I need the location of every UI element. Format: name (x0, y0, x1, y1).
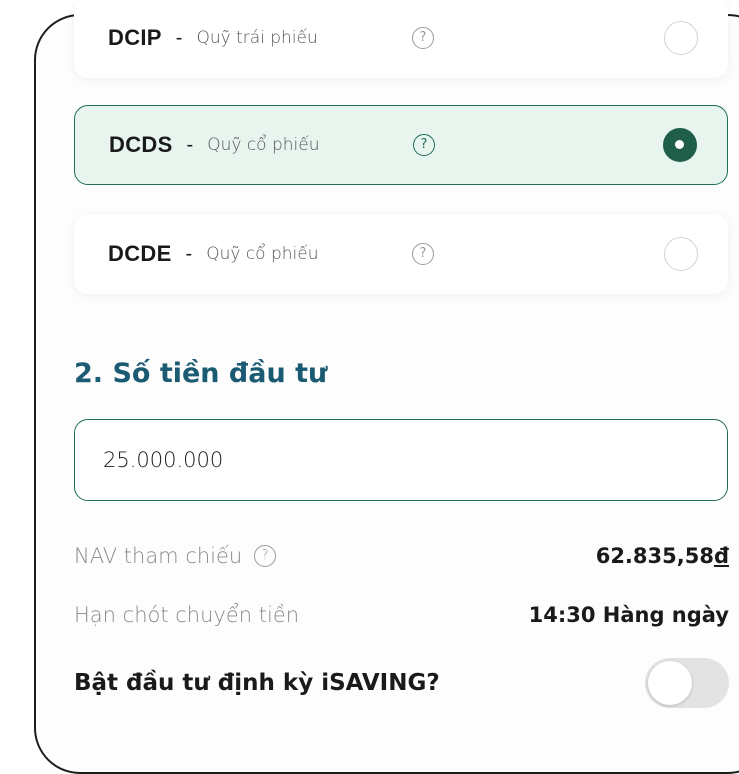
fund-card-dcds[interactable]: DCDS - Quỹ cổ phiếu ? (74, 105, 728, 185)
fund-code: DCDS (109, 132, 173, 157)
isaving-label: Bật đầu tư định kỳ iSAVING? (74, 670, 440, 696)
isaving-row: Bật đầu tư định kỳ iSAVING? (74, 657, 729, 709)
isaving-toggle[interactable] (645, 658, 729, 708)
fund-code: DCIP (108, 25, 162, 50)
deadline-row: Hạn chót chuyển tiền 14:30 Hàng ngày (74, 598, 729, 632)
currency-symbol: đ (713, 544, 729, 568)
nav-label: NAV tham chiếu (74, 544, 243, 568)
nav-value-group: 62.835,58đ (596, 544, 729, 568)
amount-input[interactable] (101, 447, 665, 473)
fund-radio-selected[interactable] (663, 128, 697, 162)
deadline-value: 14:30 Hàng ngày (528, 603, 729, 627)
fund-code: DCDE (108, 241, 172, 266)
fund-name: Quỹ cổ phiếu (207, 135, 320, 155)
nav-value: 62.835,58 (595, 544, 714, 568)
help-icon[interactable]: ? (412, 243, 434, 265)
fund-card-dcip[interactable]: DCIP - Quỹ trái phiếu ? (74, 0, 728, 78)
section-title-investment-amount: 2. Số tiền đầu tư (74, 358, 328, 389)
fund-separator: - (186, 133, 194, 156)
fund-separator: - (185, 242, 193, 265)
deadline-label: Hạn chót chuyển tiền (74, 603, 300, 627)
fund-separator: - (175, 26, 183, 49)
nav-label-group: NAV tham chiếu ? (74, 544, 277, 568)
fund-radio[interactable] (664, 237, 698, 271)
fund-card-dcde[interactable]: DCDE - Quỹ cổ phiếu ? (74, 214, 728, 294)
fund-name: Quỹ cổ phiếu (206, 244, 319, 264)
amount-field[interactable] (74, 419, 728, 501)
help-icon[interactable]: ? (412, 27, 434, 49)
fund-radio[interactable] (664, 21, 698, 55)
help-icon[interactable]: ? (413, 134, 435, 156)
nav-row: NAV tham chiếu ? 62.835,58đ (74, 539, 729, 573)
fund-name: Quỹ trái phiếu (196, 28, 318, 48)
help-icon[interactable]: ? (254, 545, 277, 567)
toggle-knob (648, 661, 692, 705)
